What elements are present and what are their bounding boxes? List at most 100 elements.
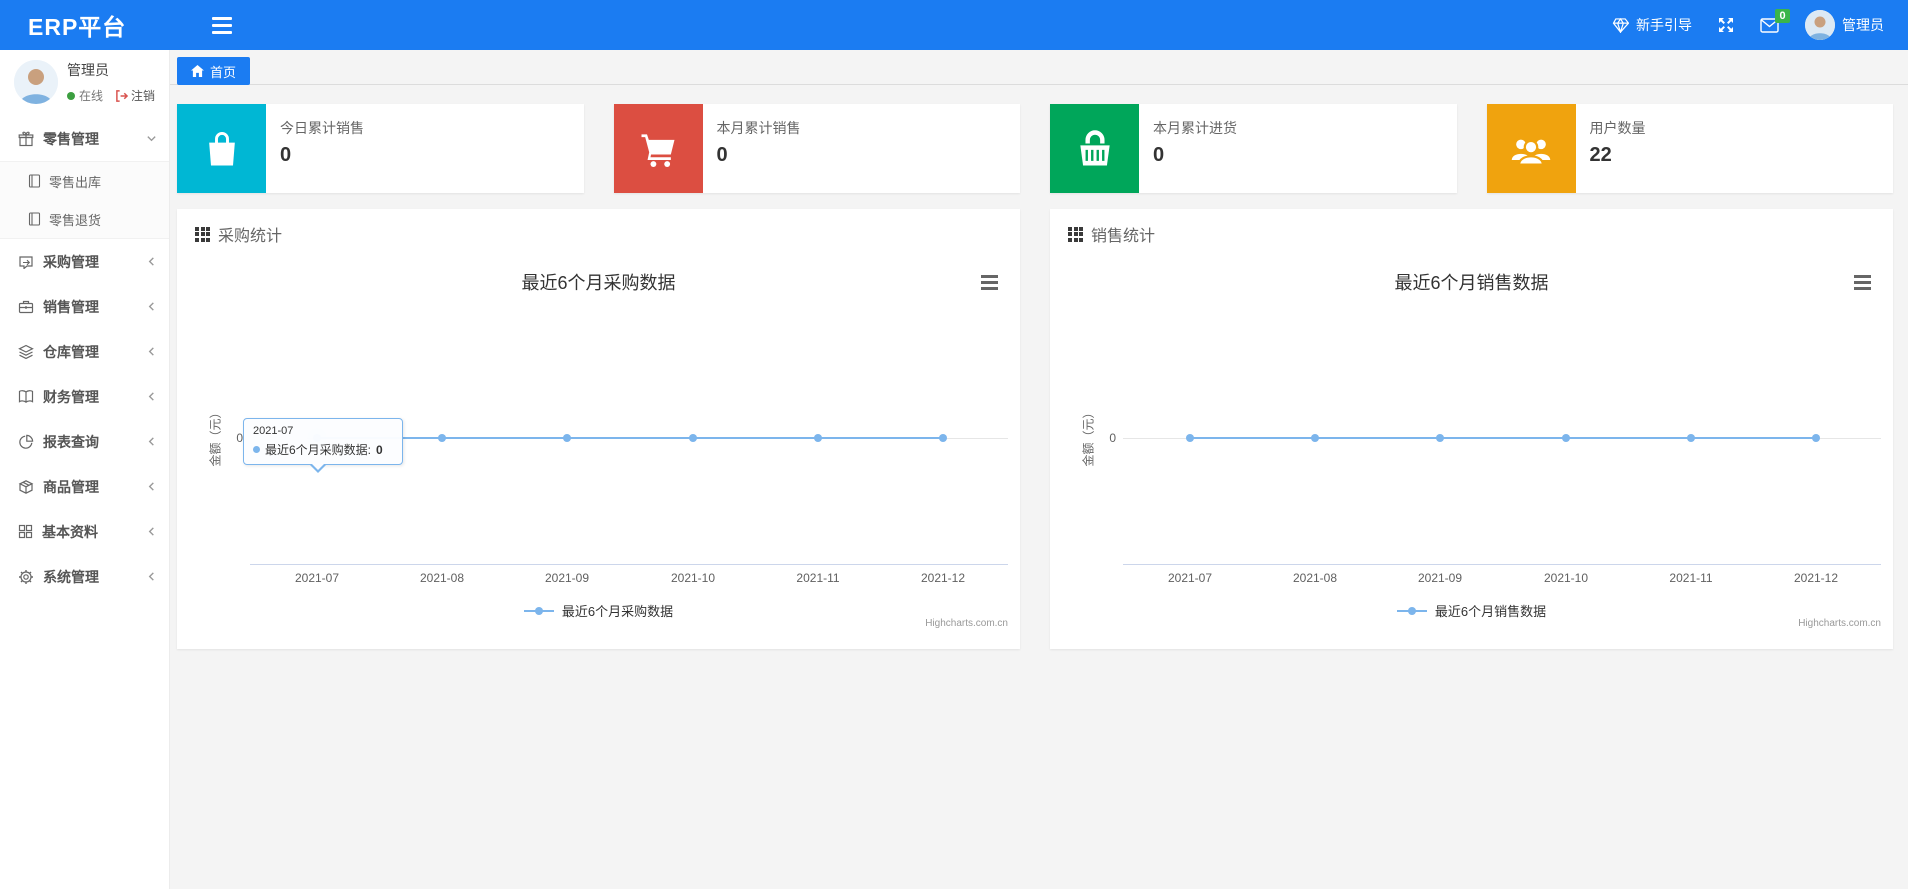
tab-home[interactable]: 首页: [177, 57, 251, 85]
sidebar-item-finance[interactable]: 财务管理: [0, 374, 169, 419]
x-axis-label: 2021-08: [419, 571, 465, 585]
legend-label: 最近6个月销售数据: [1434, 604, 1547, 619]
sidebar-item-sales[interactable]: 销售管理: [0, 284, 169, 329]
chart-title: 最近6个月采购数据: [521, 273, 676, 293]
y-axis-title: 金额（元）: [208, 406, 223, 467]
grid-icon: [1068, 226, 1083, 242]
legend-item[interactable]: 最近6个月销售数据: [1050, 601, 1893, 620]
card-label: 本月累计销售: [716, 120, 801, 136]
sidebar-submenu-retail: 零售出库 零售退货: [0, 161, 169, 239]
sidebar-item-purchase[interactable]: 采购管理: [0, 239, 169, 284]
home-icon: [191, 65, 204, 77]
highcharts-credits-link[interactable]: Highcharts.com.cn: [1798, 618, 1881, 629]
gift-icon: [18, 131, 34, 147]
data-point[interactable]: [1186, 434, 1194, 442]
fullscreen-expand-icon: [1719, 18, 1733, 32]
pie-chart-icon: [18, 434, 34, 450]
chart-title: 最近6个月销售数据: [1394, 273, 1549, 293]
user-menu[interactable]: 管理员: [1805, 10, 1884, 40]
legend-item[interactable]: 最近6个月采购数据: [177, 601, 1020, 620]
highcharts-credits-link[interactable]: Highcharts.com.cn: [925, 618, 1008, 629]
sidebar-username: 管理员: [67, 62, 109, 78]
sidebar-item-warehouse[interactable]: 仓库管理: [0, 329, 169, 374]
x-axis-label: 2021-11: [1669, 571, 1713, 585]
guide-button[interactable]: 新手引导: [1612, 15, 1692, 35]
y-axis-title: 金额（元）: [1081, 406, 1096, 467]
card-user-count[interactable]: 用户数量 22: [1486, 104, 1893, 193]
data-point[interactable]: [939, 434, 947, 442]
x-axis-label: 2021-12: [920, 571, 966, 585]
x-axis-line: [250, 564, 1008, 565]
topbar-username: 管理员: [1842, 17, 1884, 33]
sidebar-item-retail-return[interactable]: 零售退货: [0, 200, 169, 238]
sidebar-user-block: 管理员 在线 注销: [0, 50, 169, 116]
chart-tooltip: 2021-07 最近6个月采购数据: 0: [243, 418, 403, 473]
users-icon: [1486, 104, 1576, 193]
data-point[interactable]: [563, 434, 571, 442]
messages-count-badge: 0: [1775, 8, 1790, 23]
tooltip-category: 2021-07: [253, 425, 294, 437]
chevron-left-icon: [146, 391, 157, 402]
data-point[interactable]: [1311, 434, 1319, 442]
purchase-icon: [18, 254, 34, 269]
data-point[interactable]: [438, 434, 446, 442]
x-axis-label: 2021-10: [1543, 571, 1589, 585]
series-line[interactable]: [1190, 437, 1816, 439]
card-month-purchases[interactable]: 本月累计进货 0: [1050, 104, 1457, 193]
x-axis-line: [1123, 564, 1881, 565]
grid-icon: [18, 524, 33, 539]
x-axis-label: 2021-07: [294, 571, 340, 585]
tab-home-label: 首页: [210, 64, 237, 80]
card-value: 22: [1589, 144, 1612, 166]
data-point[interactable]: [814, 434, 822, 442]
data-point[interactable]: [689, 434, 697, 442]
briefcase-icon: [18, 299, 34, 314]
sidebar-item-goods[interactable]: 商品管理: [0, 464, 169, 509]
x-axis-label: 2021-10: [670, 571, 716, 585]
sidebar-item-basic-data[interactable]: 基本资料: [0, 509, 169, 554]
tooltip-value: 0: [376, 442, 383, 457]
purchase-chart: 最近6个月采购数据 金额（元） 0 2021-07 2021-08 2021-0…: [177, 249, 1020, 649]
y-axis-tick: 0: [1109, 431, 1116, 445]
sidebar-item-reports[interactable]: 报表查询: [0, 419, 169, 464]
card-month-sales[interactable]: 本月累计销售 0: [613, 104, 1020, 193]
panel-header: 采购统计: [177, 209, 1020, 246]
chart-context-menu-button[interactable]: [1854, 275, 1871, 290]
chevron-left-icon: [146, 436, 157, 447]
grid-icon: [195, 226, 210, 242]
sidebar-item-system[interactable]: 系统管理: [0, 554, 169, 599]
logout-icon: [116, 89, 129, 102]
package-icon: [18, 479, 34, 495]
data-point[interactable]: [1812, 434, 1820, 442]
sidebar-toggle-icon[interactable]: [212, 16, 233, 34]
card-value: 0: [280, 144, 292, 166]
online-status-icon: [67, 91, 75, 100]
sidebar-item-retail[interactable]: 零售管理: [0, 116, 169, 161]
document-icon: [28, 212, 41, 226]
series-line[interactable]: [317, 437, 943, 439]
chevron-left-icon: [146, 346, 157, 357]
data-point[interactable]: [1436, 434, 1444, 442]
fullscreen-button[interactable]: [1718, 17, 1734, 33]
sidebar-item-label: 零售管理: [43, 130, 99, 147]
data-point[interactable]: [1687, 434, 1695, 442]
card-label: 今日累计销售: [280, 120, 364, 136]
chart-context-menu-button[interactable]: [981, 275, 998, 290]
x-axis-label: 2021-09: [1417, 571, 1463, 585]
x-axis-label: 2021-11: [796, 571, 840, 585]
sidebar-item-retail-outbound[interactable]: 零售出库: [0, 162, 169, 200]
messages-button[interactable]: 0: [1760, 8, 1790, 33]
data-point[interactable]: [1562, 434, 1570, 442]
card-label: 用户数量: [1589, 120, 1646, 136]
tooltip-series-label: 最近6个月采购数据:: [265, 443, 372, 457]
shopping-bag-icon: [177, 104, 266, 193]
logout-button[interactable]: 注销: [115, 87, 155, 104]
online-status-label: 在线: [79, 89, 104, 103]
card-today-sales[interactable]: 今日累计销售 0: [177, 104, 584, 193]
chevron-left-icon: [146, 526, 157, 537]
app-logo[interactable]: ERP平台: [0, 8, 142, 42]
sidebar-user-avatar: [14, 60, 58, 104]
cart-icon: [613, 104, 703, 193]
chevron-left-icon: [146, 301, 157, 312]
chevron-left-icon: [146, 571, 157, 582]
